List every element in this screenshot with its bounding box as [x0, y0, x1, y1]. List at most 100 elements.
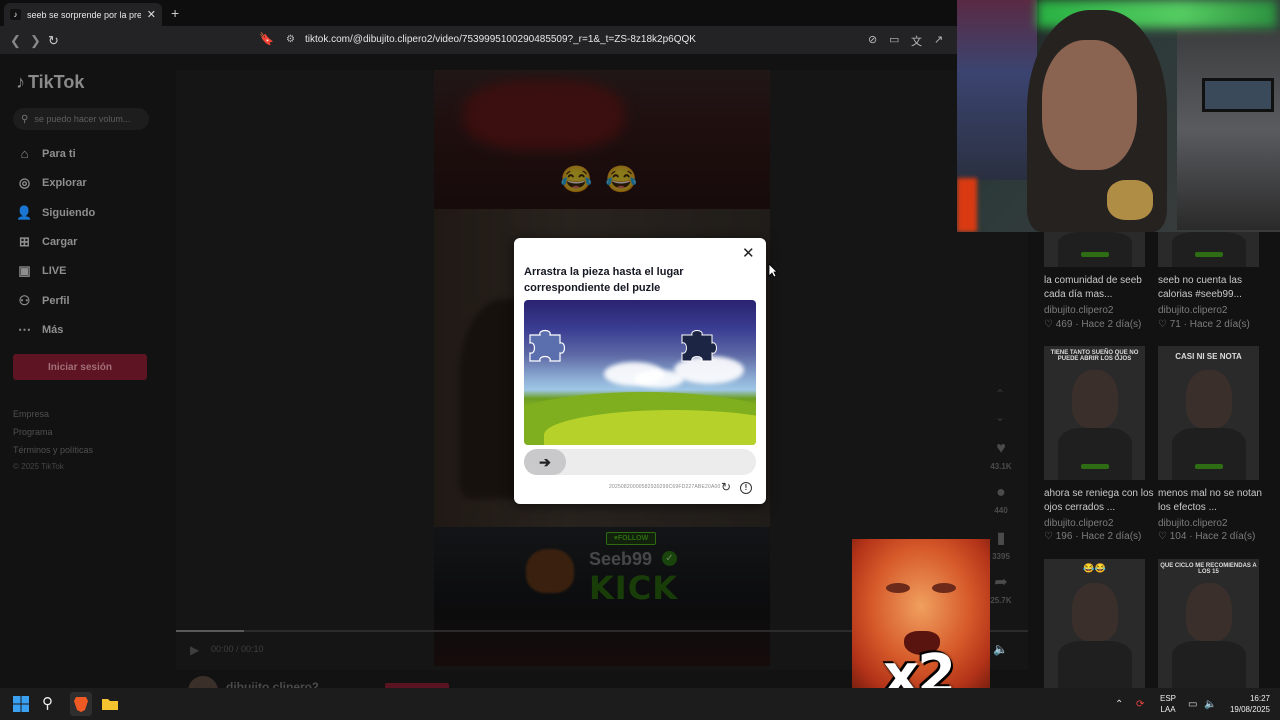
tiktok-icon: ♪ [10, 9, 21, 20]
thumb-shirt [1172, 641, 1246, 688]
bookmark-icon[interactable]: 🔖 [259, 32, 274, 46]
thumbnail-likes: 469 [1055, 319, 1073, 330]
volume-icon[interactable]: 🔈 [993, 642, 1008, 656]
webcam-overlay [957, 0, 1280, 232]
comment-icon: ● [996, 484, 1006, 501]
thumb-face [1186, 583, 1232, 641]
footer-link-terminos[interactable]: Términos y políticas [13, 445, 93, 455]
share-action[interactable]: ➦ 25.7K [987, 572, 1015, 605]
heart-icon: ♡ [1158, 531, 1167, 542]
thumbnail-author[interactable]: dibujito.clipero2 [1158, 518, 1228, 529]
thumb-shirt [1172, 428, 1246, 480]
clock-time: 16:27 [1249, 694, 1270, 703]
sidebar-item-live[interactable]: ▣ LIVE [16, 263, 66, 279]
webcam-watch [1107, 180, 1153, 220]
language-indicator[interactable]: ESP LAA [1160, 693, 1176, 715]
folder-icon[interactable] [101, 695, 119, 713]
sidebar-item-label: Más [42, 324, 64, 336]
compass-icon: ◎ [18, 175, 31, 190]
video-thumbnail[interactable]: TIENE TANTO SUEÑO QUE NO PUEDE ABRIR LOS… [1044, 346, 1145, 480]
like-count: 43.1K [990, 462, 1012, 471]
translate-icon[interactable]: 文 [911, 33, 922, 49]
sync-icon[interactable]: ⟳ [1136, 699, 1144, 710]
forward-icon[interactable]: ❯ [30, 33, 41, 49]
back-icon[interactable]: ❮ [10, 33, 21, 49]
video-thumbnail[interactable] [1044, 232, 1145, 267]
puzzle-slider-track[interactable]: ➔ [524, 449, 756, 475]
save-action[interactable]: ▮ 3395 [987, 528, 1015, 561]
comment-action[interactable]: ● 440 [987, 484, 1015, 515]
reload-icon[interactable]: ↻ [48, 33, 59, 49]
site-info-icon[interactable]: ⚙ [286, 34, 295, 45]
brave-taskbar-button[interactable] [70, 692, 92, 716]
tiktok-icon: ♪ [16, 72, 25, 92]
webcam-shelf-left [957, 0, 1037, 180]
search-icon[interactable]: ⚲ [42, 694, 60, 712]
video-thumbnail[interactable] [1158, 232, 1259, 267]
sidebar-item-explorar[interactable]: ◎ Explorar [16, 175, 87, 191]
close-icon[interactable]: ✕ [742, 246, 755, 261]
thumbnail-author[interactable]: dibujito.clipero2 [1044, 305, 1114, 316]
thumbnail-likes: 71 [1169, 319, 1181, 330]
more-icon: ⋯ [18, 322, 31, 337]
thumbnail-title[interactable]: seeb no cuenta las calorias #seeb99... [1158, 274, 1270, 302]
url-field[interactable]: tiktok.com/@dibujito.clipero2/video/7539… [305, 34, 696, 45]
video-thumbnail[interactable]: CASI NI SE NOTA [1158, 346, 1259, 480]
thumbnail-stats: ♡ 196 · Hace 2 día(s) [1044, 531, 1142, 542]
lang-top: ESP [1160, 694, 1177, 703]
sidebar-item-perfil[interactable]: ⚇ Perfil [16, 293, 70, 309]
puzzle-image [524, 300, 756, 445]
footer-link-empresa[interactable]: Empresa [13, 409, 49, 419]
thumbnail-age: Hace 2 día(s) [1189, 319, 1250, 330]
sidebar-item-para-ti[interactable]: ⌂ Para ti [16, 146, 76, 161]
thumbnail-title[interactable]: ahora se reniega con los ojos cerrados .… [1044, 487, 1156, 515]
new-tab-button[interactable]: + [171, 5, 179, 21]
login-button[interactable]: Iniciar sesión [13, 354, 147, 380]
video-thumbnail[interactable]: QUE CICLO ME RECOMIENDAS A LOS 15 [1158, 559, 1259, 688]
tiktok-logo[interactable]: ♪ TikTok [16, 72, 84, 93]
thumbnail-title[interactable]: la comunidad de seeb cada día mas... [1044, 274, 1156, 302]
thumb-badge [1081, 464, 1109, 469]
chevron-down-icon[interactable]: ⌄ [995, 410, 1005, 424]
thumbnail-stats: ♡ 469 · Hace 2 día(s) [1044, 319, 1142, 330]
thumb-badge [1081, 252, 1109, 257]
bookmark-icon: ▮ [996, 530, 1006, 547]
screenshot-icon[interactable]: ▭ [889, 33, 899, 46]
network-icon[interactable]: ▭ [1188, 699, 1197, 710]
sidebar-item-mas[interactable]: ⋯ Más [16, 322, 63, 338]
thumb-shirt [1058, 428, 1132, 480]
thumb-shirt [1058, 641, 1132, 688]
slider-handle[interactable]: ➔ [524, 449, 566, 475]
info-icon[interactable]: ! [740, 482, 752, 494]
like-action[interactable]: ♥ 43.1K [987, 440, 1015, 471]
browser-tab[interactable]: ♪ seeb se sorprende por la pregunta ✕ [4, 3, 162, 26]
windows-start-icon[interactable] [12, 695, 30, 713]
sidebar-item-siguiendo[interactable]: 👤 Siguiendo [16, 205, 95, 221]
sidebar-item-cargar[interactable]: ⊞ Cargar [16, 234, 77, 250]
system-clock[interactable]: 16:27 19/08/2025 [1222, 693, 1270, 715]
heart-icon: ♡ [1044, 531, 1053, 542]
meme-eye [886, 583, 910, 593]
arrow-right-icon: ➔ [539, 453, 551, 470]
refresh-icon[interactable]: ↻ [721, 480, 731, 494]
search-input[interactable]: ⚲ se puedo hacer volum... [13, 108, 149, 130]
thumbnail-title[interactable]: menos mal no se notan los efectos ... [1158, 487, 1270, 515]
speaker-icon[interactable]: 🔈 [1204, 699, 1216, 710]
close-tab-icon[interactable]: ✕ [147, 8, 156, 21]
puzzle-piece[interactable] [526, 325, 566, 365]
home-icon: ⌂ [20, 146, 29, 161]
footer-link-programa[interactable]: Programa [13, 427, 53, 437]
thumbnail-age: Hace 2 día(s) [1081, 319, 1142, 330]
captcha-code: 20250820000582930299C69FD227ABE20A00 [609, 484, 721, 490]
thumbnail-author[interactable]: dibujito.clipero2 [1158, 305, 1228, 316]
share-icon[interactable]: ↗ [934, 33, 943, 46]
brave-icon [74, 697, 88, 712]
thumbnail-author[interactable]: dibujito.clipero2 [1044, 518, 1114, 529]
reader-icon[interactable]: ⊘ [868, 33, 877, 46]
video-thumbnail[interactable]: 😂😂 [1044, 559, 1145, 688]
captcha-title: Arrastra la pieza hasta el lugar corresp… [524, 266, 684, 294]
chevron-up-icon[interactable]: ⌃ [995, 387, 1005, 401]
heart-icon: ♡ [1158, 319, 1167, 330]
chevron-up-icon[interactable]: ⌃ [1115, 699, 1123, 710]
play-icon[interactable]: ▶ [190, 643, 199, 657]
